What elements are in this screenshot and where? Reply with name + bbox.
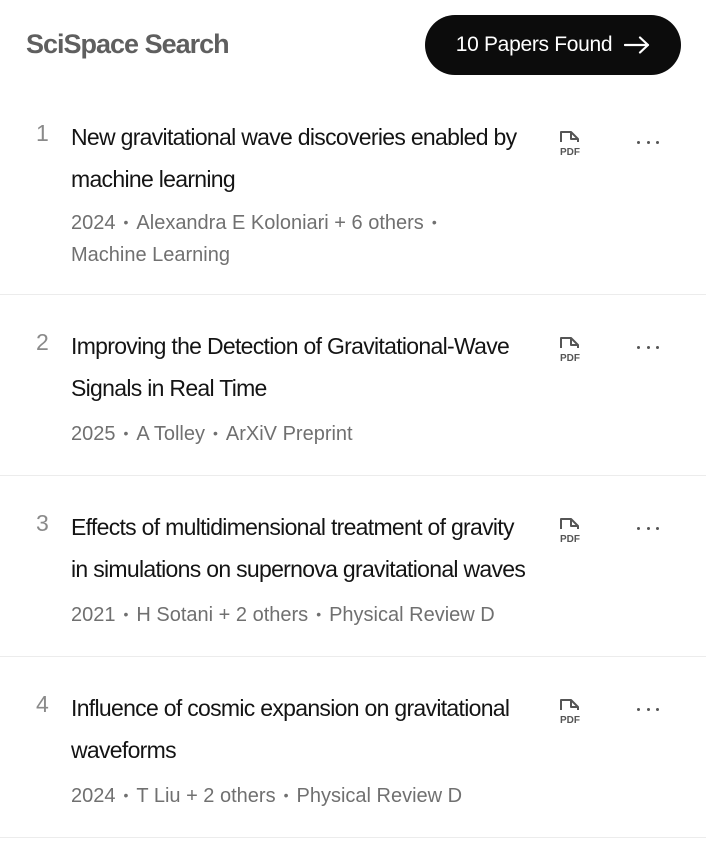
result-meta: 2024 • Alexandra E Koloniari + 6 others • Ma… <box>71 206 511 271</box>
result-item: 4 Influence of cosmic expansion on gravi… <box>0 657 706 838</box>
dot-1 <box>637 345 640 349</box>
result-year: 2024 <box>71 785 116 807</box>
result-meta: 2025 • A Tolley • ArXiV Preprint <box>71 417 511 450</box>
result-meta: 2024 • T Liu + 2 others • Physical Review D <box>71 779 511 812</box>
result-authors: H Sotani + 2 others <box>136 604 309 626</box>
separator-dot: • <box>431 214 437 230</box>
result-rank: 3 <box>36 510 49 536</box>
papers-found-label: 10 Papers Found <box>455 33 613 56</box>
pdf-icon[interactable]: PDF <box>556 697 584 729</box>
dot-1 <box>637 707 640 711</box>
result-rank: 4 <box>36 691 49 717</box>
header: SciSpace Search 10 Papers Found <box>0 0 706 96</box>
more-options-button[interactable] <box>632 337 664 357</box>
result-title[interactable]: New gravitational wave discoveries enabl… <box>71 116 531 200</box>
result-title[interactable]: Influence of cosmic expansion on gravita… <box>71 687 531 771</box>
dot-2 <box>646 345 650 349</box>
dot-1 <box>637 526 640 530</box>
result-item: 2 Improving the Detection of Gravitation… <box>0 295 706 476</box>
brand-title: SciSpace Search <box>26 29 230 59</box>
result-item: 3 Effects of multidimensional treatment … <box>0 476 706 657</box>
arrow-right-icon <box>624 36 650 54</box>
result-year: 2024 <box>71 212 116 234</box>
result-year: 2025 <box>71 423 116 445</box>
result-venue: Physical Review D <box>296 785 463 807</box>
result-authors: T Liu + 2 others <box>136 785 276 807</box>
separator-dot: • <box>212 425 218 441</box>
dot-2 <box>646 707 650 711</box>
result-rank: 2 <box>36 329 49 355</box>
svg-text:PDF: PDF <box>560 353 580 364</box>
dot-2 <box>646 140 650 144</box>
more-options-button[interactable] <box>632 699 664 719</box>
papers-found-button[interactable]: 10 Papers Found <box>425 15 681 75</box>
result-authors: A Tolley <box>136 423 205 445</box>
separator-dot: • <box>283 787 289 803</box>
dot-1 <box>637 140 640 144</box>
dot-2 <box>646 526 650 530</box>
dot-3 <box>656 707 659 711</box>
result-venue: ArXiV Preprint <box>225 423 353 445</box>
pdf-icon[interactable]: PDF <box>556 516 584 548</box>
pdf-icon[interactable]: PDF <box>556 129 584 161</box>
result-rank: 1 <box>36 120 49 146</box>
dot-3 <box>656 345 659 349</box>
more-options-button[interactable] <box>632 518 664 538</box>
separator-dot: • <box>316 606 322 622</box>
separator-dot: • <box>123 787 129 803</box>
result-title[interactable]: Improving the Detection of Gravitational… <box>71 325 531 409</box>
result-venue: Physical Review D <box>329 604 495 626</box>
result-year: 2021 <box>71 604 116 626</box>
separator-dot: • <box>123 214 129 230</box>
svg-text:PDF: PDF <box>560 534 580 545</box>
separator-dot: • <box>123 606 129 622</box>
svg-text:PDF: PDF <box>560 147 580 158</box>
result-venue: Machine Learning <box>71 244 230 266</box>
result-authors: Alexandra E Koloniari + 6 others <box>136 212 424 234</box>
more-options-button[interactable] <box>632 132 664 152</box>
dot-3 <box>656 140 659 144</box>
svg-text:PDF: PDF <box>560 715 580 726</box>
result-title[interactable]: Effects of multidimensional treatment of… <box>71 506 531 590</box>
result-meta: 2021 • H Sotani + 2 others • Physical Review… <box>71 598 511 631</box>
separator-dot: • <box>123 425 129 441</box>
dot-3 <box>656 526 659 530</box>
pdf-icon[interactable]: PDF <box>556 335 584 367</box>
result-item: 1 New gravitational wave discoveries ena… <box>0 96 706 295</box>
